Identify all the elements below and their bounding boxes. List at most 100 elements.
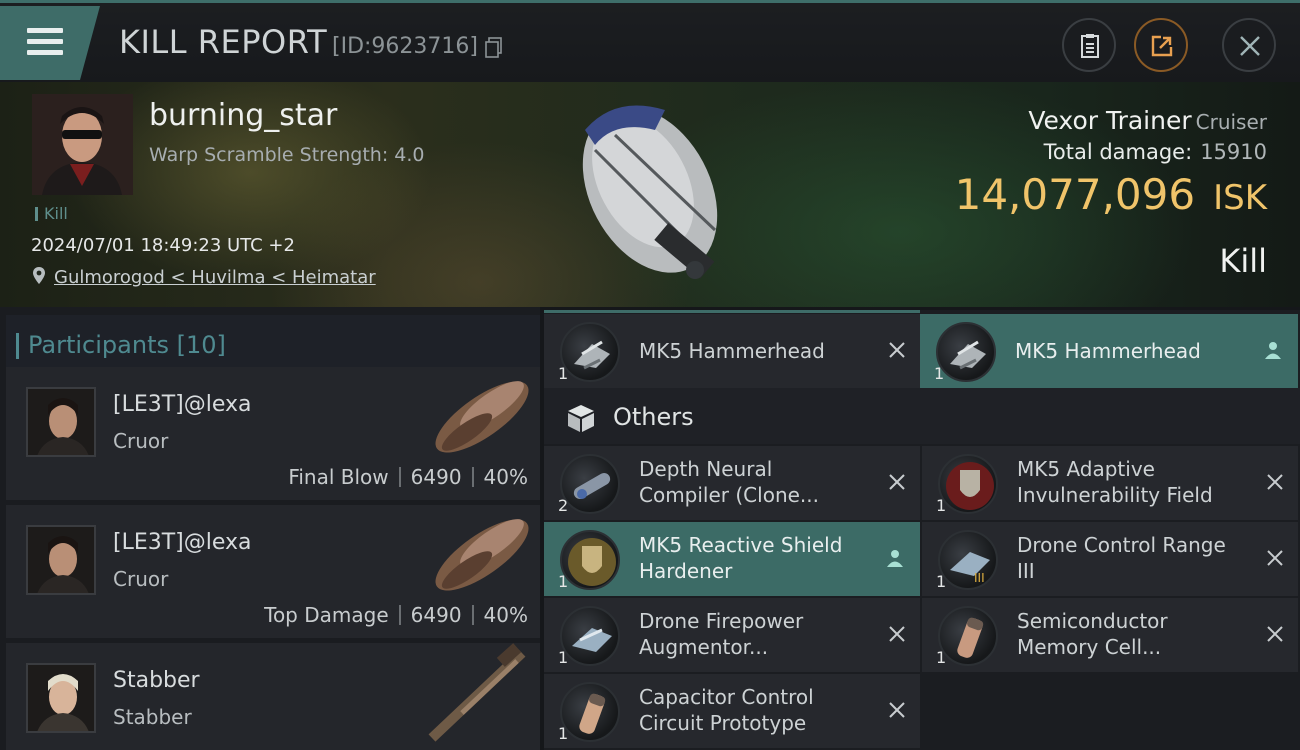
participant-ship-image — [435, 519, 529, 591]
items-panel: 1 MK5 Hammerhead 1 MK5 Hammerhead Others… — [544, 310, 1300, 750]
participant-damage: 6490 — [410, 465, 462, 489]
item-slot[interactable]: 1 Drone Firepower Augmentor... — [544, 598, 920, 672]
item-name: Capacitor Control Circuit Prototype — [639, 685, 814, 735]
hamburger-menu-icon — [27, 28, 63, 58]
item-name: MK5 Hammerhead — [1015, 339, 1201, 363]
participant-damage: 6490 — [410, 603, 462, 627]
item-slot[interactable]: 1 Semiconductor Memory Cell... — [922, 598, 1298, 672]
participant-ship-image — [428, 643, 526, 742]
capacitor-circuit-icon — [560, 682, 620, 742]
kill-datetime: 2024/07/01 18:49:23 UTC +2 — [31, 235, 295, 256]
item-quantity: 1 — [936, 572, 947, 591]
page-title: KILL REPORT — [119, 23, 328, 61]
participant-row[interactable]: Stabber Stabber — [6, 643, 540, 750]
item-name: MK5 Hammerhead — [639, 339, 825, 363]
participant-name: [LE3T]@lexa — [113, 530, 252, 555]
item-quantity: 1 — [558, 724, 569, 743]
close-icon — [1240, 36, 1260, 56]
victim-summary: burning_star Warp Scramble Strength: 4.0… — [0, 82, 1300, 307]
participant-percent: 40% — [483, 603, 528, 627]
item-quantity: 1 — [558, 364, 569, 383]
final-blow-label: Final Blow — [288, 465, 389, 489]
participant-stats: Top Damage 6490 40% — [264, 603, 528, 627]
clipboard-button[interactable] — [1062, 18, 1116, 72]
item-quantity: 1 — [934, 364, 945, 383]
item-quantity: 1 — [936, 496, 947, 515]
cube-icon — [568, 405, 594, 432]
isk-unit: ISK — [1213, 178, 1267, 218]
participants-header: Participants [10] — [6, 315, 540, 370]
participant-ship: Stabber — [113, 705, 192, 729]
participants-panel: Participants [10] [LE3T]@lexa Cruor Fina… — [0, 307, 540, 750]
kill-location-link[interactable]: Gulmorogod < Huvilma < Heimatar — [54, 267, 376, 288]
destroyed-x-icon — [1267, 474, 1283, 490]
item-quantity: 1 — [558, 572, 569, 591]
item-name: Depth Neural Compiler (Clone... — [639, 457, 819, 507]
dropped-person-icon — [887, 550, 903, 567]
total-damage: Total damage: 15910 — [1043, 140, 1267, 164]
item-slot[interactable]: 1 MK5 Adaptive Invulnerability Field — [922, 446, 1298, 520]
victim-ship-class: Cruiser — [1195, 110, 1267, 134]
shield-hardener-icon — [560, 530, 620, 590]
neural-compiler-icon — [560, 454, 620, 514]
participant-row[interactable]: [LE3T]@lexa Cruor Final Blow 6490 40% — [6, 367, 540, 500]
item-slot[interactable]: 1 MK5 Hammerhead — [544, 314, 920, 388]
copy-icon[interactable] — [485, 37, 503, 59]
others-section-header: Others — [544, 388, 1300, 444]
participant-name: Stabber — [113, 668, 200, 693]
svg-text:III: III — [974, 571, 985, 585]
pilot-portrait-image — [32, 94, 133, 195]
item-quantity: 1 — [558, 648, 569, 667]
participant-percent: 40% — [483, 465, 528, 489]
clipboard-icon — [1081, 34, 1099, 58]
destroyed-x-icon — [1267, 626, 1283, 642]
drone-firepower-icon — [560, 606, 620, 666]
drone-control-range-icon: III — [938, 530, 998, 590]
item-slot[interactable]: 1 MK5 Hammerhead — [920, 314, 1298, 388]
participant-avatar — [26, 525, 96, 595]
destroyed-x-icon — [889, 474, 905, 490]
item-name: Drone Control Range III — [1017, 533, 1226, 583]
victim-pilot-name[interactable]: burning_star — [149, 98, 337, 133]
invulnerability-field-icon — [938, 454, 998, 514]
others-label: Others — [613, 403, 694, 431]
participant-ship: Cruor — [113, 567, 169, 591]
share-icon — [1151, 35, 1173, 57]
item-slot[interactable]: 2 Depth Neural Compiler (Clone... — [544, 446, 920, 520]
participant-stats: Final Blow 6490 40% — [288, 465, 528, 489]
participants-title: Participants [10] — [16, 331, 226, 359]
item-slot[interactable]: III 1 Drone Control Range III — [922, 522, 1298, 596]
victim-ship-image — [582, 105, 718, 279]
item-name: Drone Firepower Augmentor... — [639, 609, 804, 659]
participant-avatar — [26, 387, 96, 457]
isk-value: 14,077,096 ISK — [954, 170, 1267, 219]
participant-name: [LE3T]@lexa — [113, 392, 252, 417]
victim-ship-name[interactable]: Vexor Trainer Cruiser — [1028, 106, 1267, 135]
total-damage-value: 15910 — [1200, 140, 1267, 164]
kill-tag: Kill — [35, 204, 68, 223]
item-quantity: 1 — [936, 648, 947, 667]
memory-cell-icon — [938, 606, 998, 666]
destroyed-x-icon — [889, 702, 905, 718]
share-button[interactable] — [1134, 18, 1188, 72]
destroyed-x-icon — [889, 342, 905, 358]
participant-ship: Cruor — [113, 429, 169, 453]
top-damage-label: Top Damage — [264, 603, 389, 627]
location-pin-icon — [33, 267, 45, 284]
item-slot[interactable]: 1 Capacitor Control Circuit Prototype — [544, 674, 920, 748]
header-bar: KILL REPORT [ID:9623716] — [0, 0, 1300, 82]
dropped-person-icon — [1265, 342, 1281, 359]
report-id: [ID:9623716] — [332, 34, 478, 59]
item-name: MK5 Adaptive Invulnerability Field — [1017, 457, 1213, 507]
close-button[interactable] — [1222, 18, 1276, 72]
kill-result: Kill — [1219, 242, 1267, 280]
victim-portrait[interactable] — [32, 94, 133, 195]
menu-button[interactable] — [0, 6, 100, 80]
drone-icon — [560, 322, 620, 382]
item-slot[interactable]: 1 MK5 Reactive Shield Hardener — [544, 522, 920, 596]
item-quantity: 2 — [558, 496, 569, 515]
participant-ship-image — [435, 381, 529, 453]
item-name: Semiconductor Memory Cell... — [1017, 609, 1168, 659]
participant-avatar — [26, 663, 96, 733]
participant-row[interactable]: [LE3T]@lexa Cruor Top Damage 6490 40% — [6, 505, 540, 638]
